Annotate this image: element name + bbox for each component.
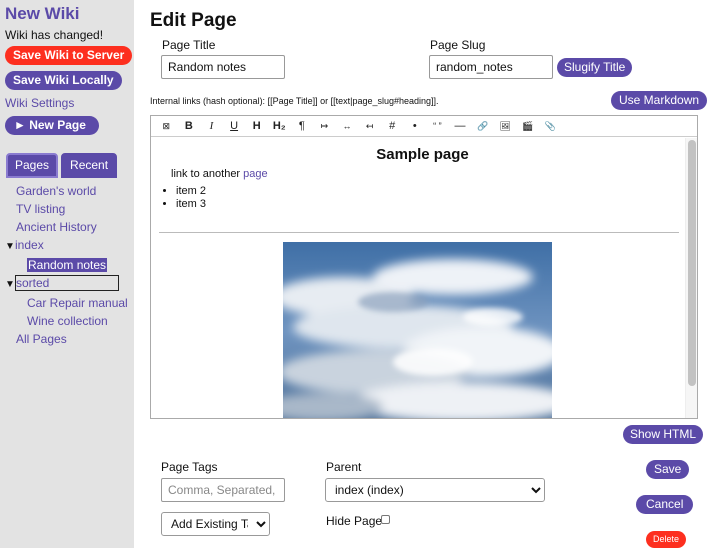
wiki-title: New Wiki xyxy=(5,4,80,23)
list-item: item 3 xyxy=(176,198,686,211)
sidebar: New Wiki Wiki has changed! Save Wiki to … xyxy=(0,0,134,548)
sky-clouds-image xyxy=(283,242,552,418)
cancel-button[interactable]: Cancel xyxy=(636,495,694,514)
media-icon[interactable]: 🎬 xyxy=(517,117,540,135)
save-wiki-locally-button[interactable]: Save Wiki Locally xyxy=(5,71,122,90)
page-slug-label: Page Slug xyxy=(430,38,486,52)
content-link-prefix: link to another xyxy=(171,168,244,180)
bullet-list-icon[interactable]: • xyxy=(404,117,427,135)
parent-select[interactable]: index (index) xyxy=(325,478,545,502)
page-tags-label: Page Tags xyxy=(161,460,218,474)
delete-button[interactable]: Delete xyxy=(646,531,687,548)
expand-toggle-icon[interactable]: ▼ xyxy=(5,238,15,256)
heading-icon[interactable]: H xyxy=(245,117,268,135)
show-html-button[interactable]: Show HTML xyxy=(623,425,704,444)
attach-icon[interactable]: 📎 xyxy=(539,117,562,135)
image-icon[interactable]: 🖼 xyxy=(494,117,517,135)
wiki-settings-link[interactable]: Wiki Settings xyxy=(5,96,134,110)
page-tree: Garden's world TV listing Ancient Histor… xyxy=(5,182,134,348)
heading2-icon[interactable]: H₂ xyxy=(268,117,291,135)
outdent-icon[interactable]: ↤ xyxy=(358,117,381,135)
page-heading: Edit Page xyxy=(150,10,237,31)
content-divider xyxy=(159,232,679,233)
quote-icon[interactable]: “ ” xyxy=(426,117,449,135)
parent-label: Parent xyxy=(326,460,362,474)
hide-page-label: Hide Page xyxy=(326,514,383,528)
add-existing-tag-select[interactable]: Add Existing Tag xyxy=(161,512,270,536)
tree-item-wine-collection[interactable]: Wine collection xyxy=(27,314,108,328)
editor-scroll-thumb[interactable] xyxy=(688,140,696,386)
tree-item-car-repair[interactable]: Car Repair manual xyxy=(27,296,128,310)
horizontal-rule-icon[interactable]: — xyxy=(449,117,472,135)
tree-item-tv-listing[interactable]: TV listing xyxy=(16,202,65,216)
italic-icon[interactable]: I xyxy=(200,117,223,135)
content-paragraph: link to another page xyxy=(171,168,686,180)
tree-item-gardens-world[interactable]: Garden's world xyxy=(16,184,96,198)
paragraph-icon[interactable]: ¶ xyxy=(291,117,314,135)
editor-content[interactable]: Sample page link to another page item 2 … xyxy=(151,138,686,418)
content-list: item 2 item 3 xyxy=(159,185,686,211)
hide-page-checkbox[interactable] xyxy=(381,515,390,524)
tab-recent[interactable]: Recent xyxy=(61,153,118,178)
expand-toggle-icon[interactable]: ▼ xyxy=(5,276,15,294)
save-wiki-server-button[interactable]: Save Wiki to Server xyxy=(5,46,133,65)
content-heading: Sample page xyxy=(376,146,469,163)
hash-icon[interactable]: # xyxy=(381,117,404,135)
slugify-title-button[interactable]: Slugify Title xyxy=(557,58,633,77)
clear-format-icon[interactable]: ⊠ xyxy=(155,117,178,135)
indent-icon[interactable]: ↦ xyxy=(313,117,336,135)
bold-icon[interactable]: B xyxy=(178,117,201,135)
content-page-link[interactable]: page xyxy=(243,168,267,180)
link-icon[interactable]: 🔗 xyxy=(471,117,494,135)
tree-item-all-pages[interactable]: All Pages xyxy=(16,332,67,346)
page-tags-input[interactable] xyxy=(161,478,285,502)
use-markdown-button[interactable]: Use Markdown xyxy=(611,91,708,110)
page-title-label: Page Title xyxy=(162,38,216,52)
sidebar-tabs: Pages Recent xyxy=(6,153,134,178)
wiki-changed-notice: Wiki has changed! xyxy=(5,28,104,42)
editor-toolbar: ⊠ B I U H H₂ ¶ ↦ ↔ ↤ # • “ ” — 🔗 🖼 🎬 📎 xyxy=(151,116,697,137)
page-title-input[interactable] xyxy=(161,55,285,79)
tree-item-index[interactable]: index xyxy=(15,238,44,252)
save-button[interactable]: Save xyxy=(646,460,690,479)
editor-scrollbar[interactable] xyxy=(685,138,697,418)
tree-item-sorted[interactable]: sorted xyxy=(15,275,119,291)
internal-links-hint: Internal links (hash optional): [[Page T… xyxy=(150,96,439,106)
tab-pages[interactable]: Pages xyxy=(6,153,59,178)
page-slug-input[interactable] xyxy=(429,55,553,79)
underline-icon[interactable]: U xyxy=(223,117,246,135)
tree-item-ancient-history[interactable]: Ancient History xyxy=(16,220,97,234)
list-item: item 2 xyxy=(176,185,686,198)
align-icon[interactable]: ↔ xyxy=(336,117,359,135)
new-page-button[interactable]: ► New Page xyxy=(5,116,99,135)
rich-text-editor[interactable]: ⊠ B I U H H₂ ¶ ↦ ↔ ↤ # • “ ” — 🔗 🖼 🎬 📎 S… xyxy=(150,115,698,419)
tree-item-random-notes[interactable]: Random notes xyxy=(27,258,108,272)
